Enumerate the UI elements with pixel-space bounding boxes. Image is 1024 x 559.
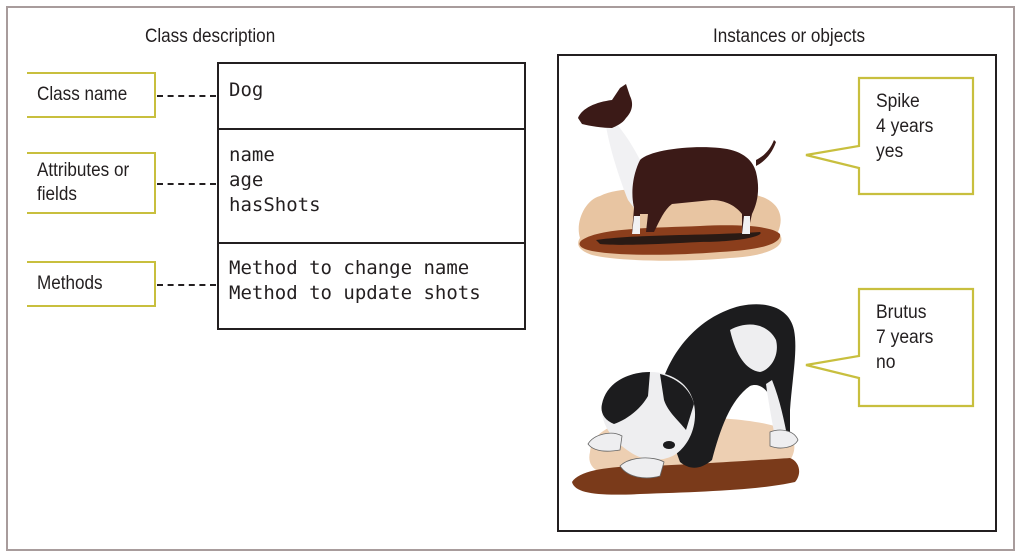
- object-name: Spike: [876, 91, 920, 112]
- puppy-nose: [663, 441, 675, 449]
- object-age: 7 years: [876, 327, 934, 348]
- illustrations-layer: [572, 76, 975, 495]
- spike-callout-text: Spike 4 years yes: [876, 89, 938, 164]
- object-has-shots: yes: [876, 141, 904, 162]
- object-has-shots: no: [876, 352, 896, 373]
- dog-head: [578, 84, 633, 128]
- object-age: 4 years: [876, 116, 934, 137]
- dog-tail: [756, 140, 776, 166]
- bull-terrier-dog-illustration: [578, 84, 782, 261]
- brutus-callout-text: Brutus 7 years no: [876, 300, 938, 375]
- puppy-dog-illustration: [572, 304, 800, 495]
- object-name: Brutus: [876, 302, 927, 323]
